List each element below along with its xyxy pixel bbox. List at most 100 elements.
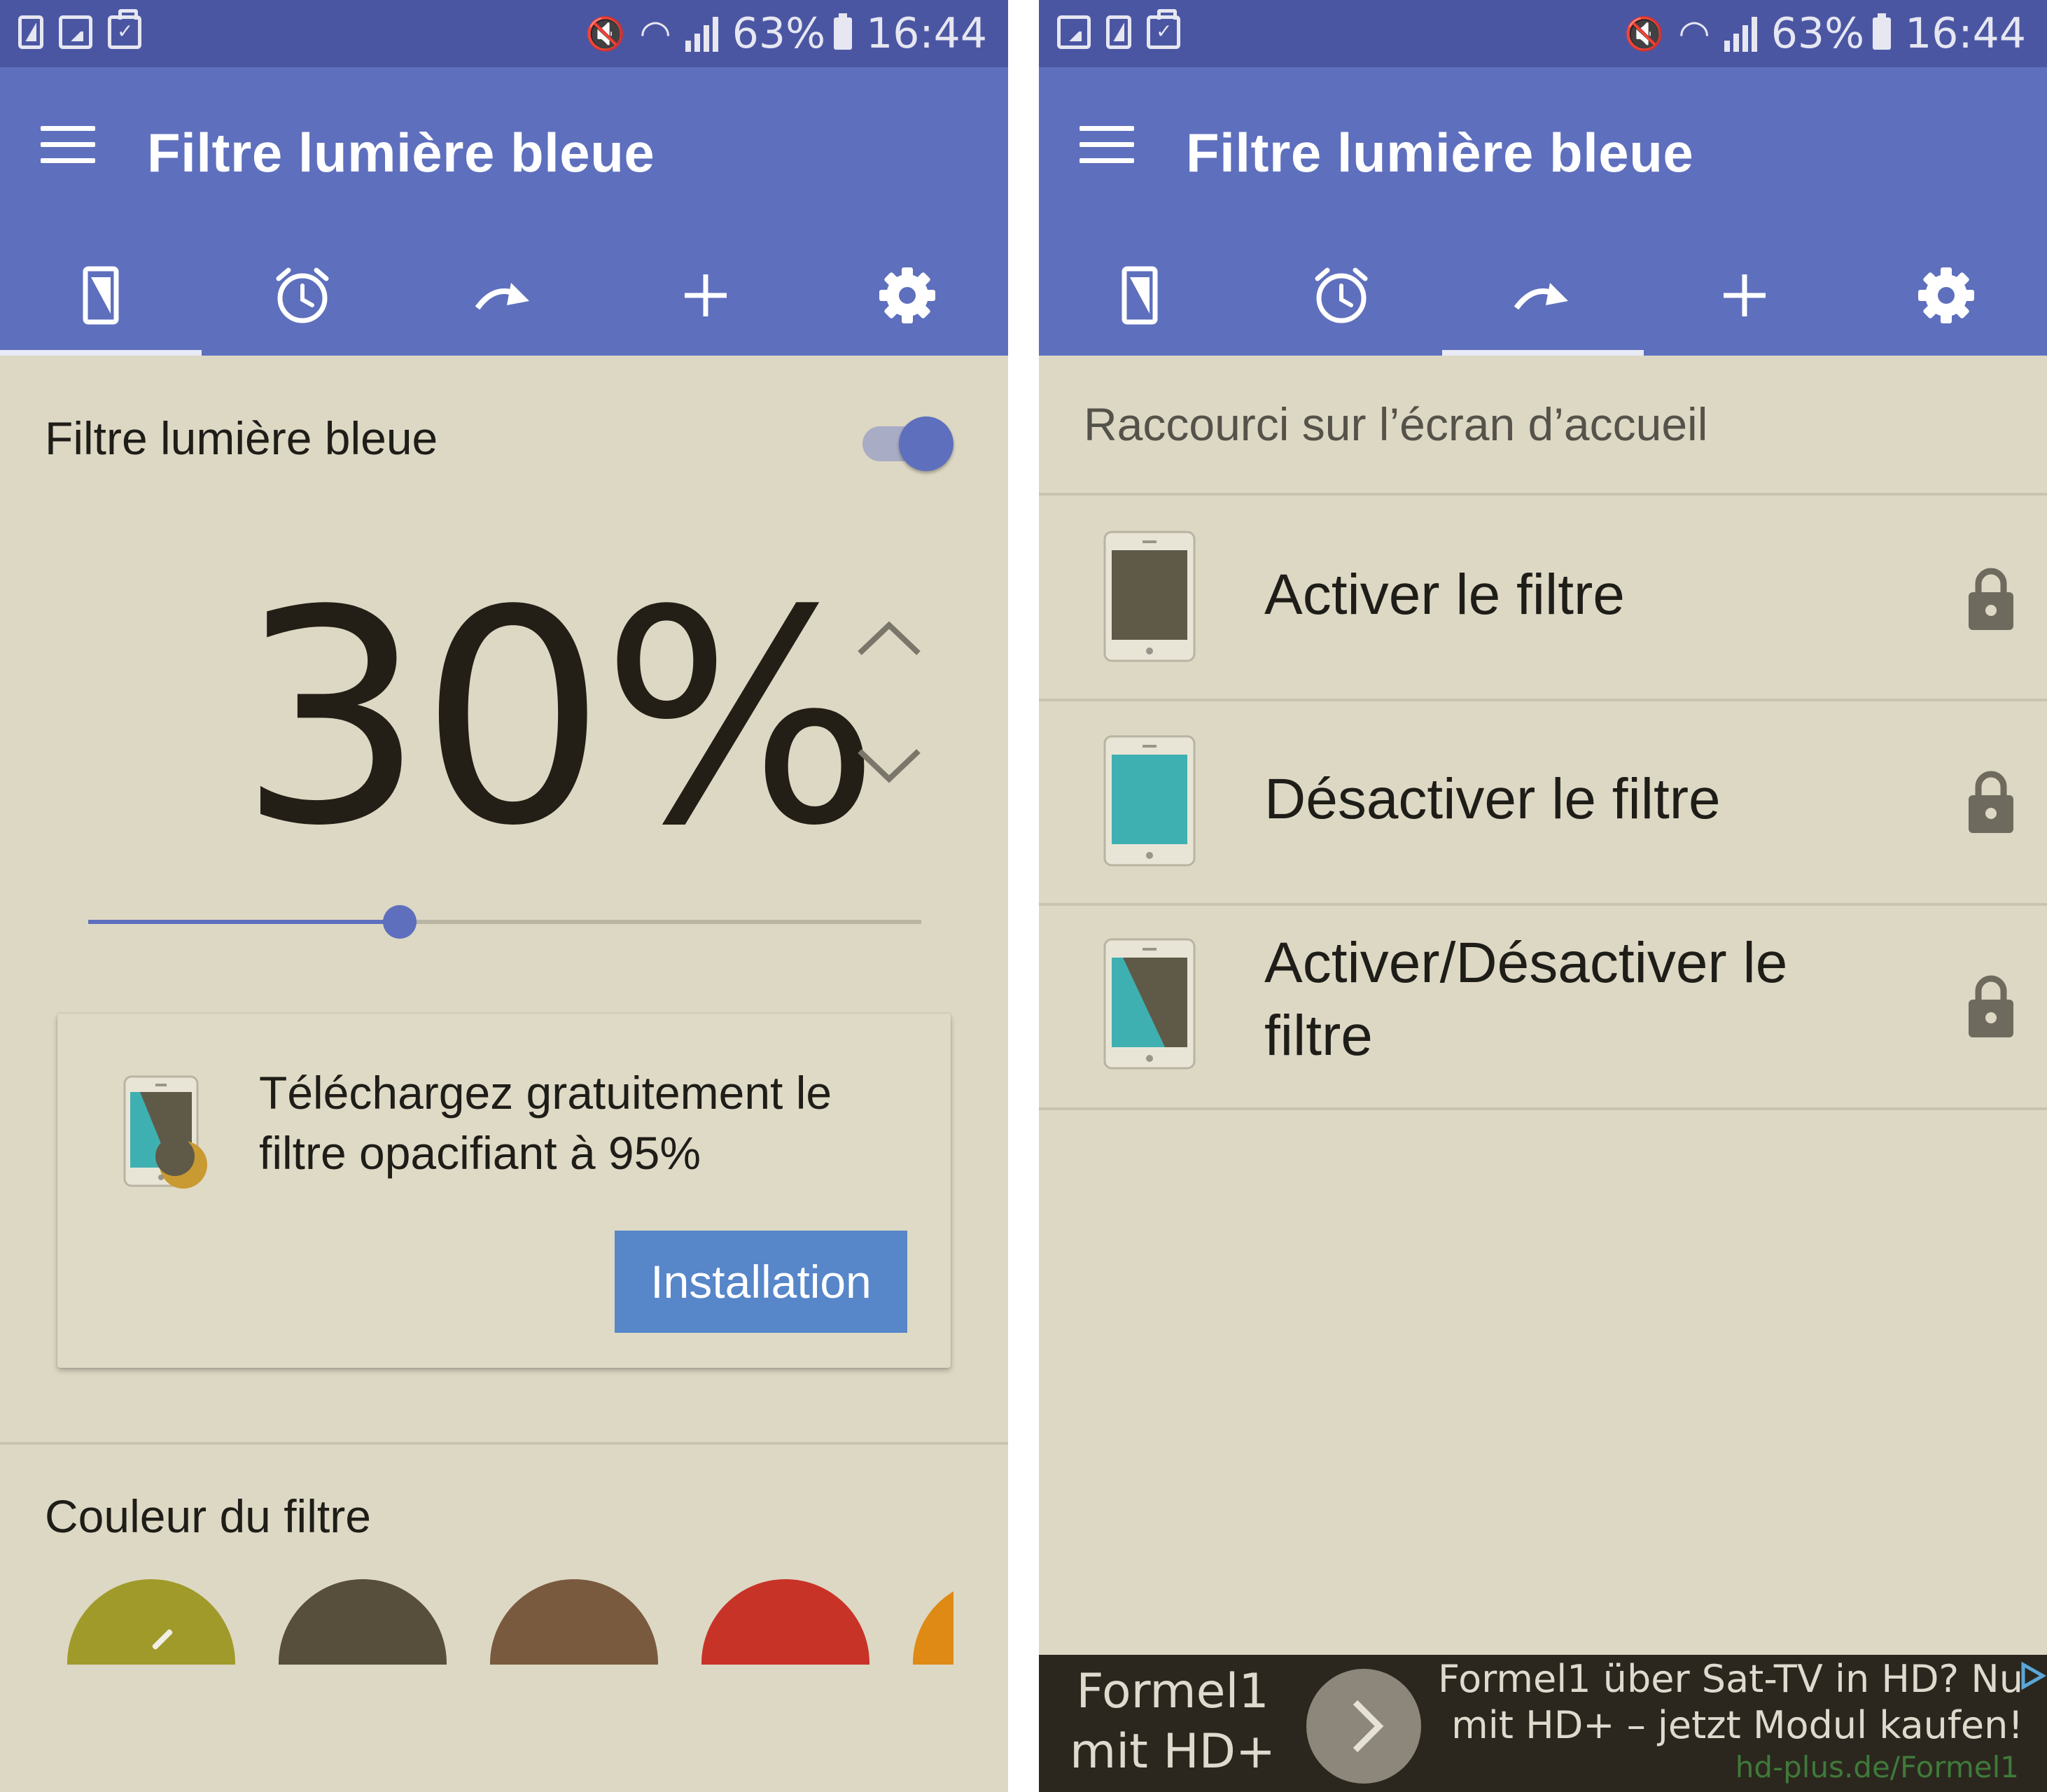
main-screen: 🔇 ◠ 63% 16:44 Filtre lumière bleue [0,0,1008,1792]
signal-icon [685,15,718,52]
opacity-slider[interactable] [88,902,921,944]
tab-filter[interactable] [0,235,202,356]
tab-schedule[interactable] [202,235,403,356]
phone-half-icon [1103,938,1196,1070]
redo-arrow-icon [1514,283,1568,310]
tab-filter[interactable] [1039,235,1241,356]
app-title: Filtre lumière bleue [147,122,655,183]
opacity-filter-app-icon [123,1075,207,1189]
plus-icon [1724,274,1766,316]
battery-percent: 63% [1770,9,1865,58]
ad-go-button[interactable] [1306,1669,1421,1784]
store-notification-icon [1147,9,1180,49]
phone-notification-icon [18,15,43,49]
battery-icon [834,13,853,50]
divider [0,1442,1008,1445]
phone-notification-icon [1106,15,1131,49]
ad-body: Formel1 über Sat-TV in HD? Nu mit HD+ – … [1431,1656,2023,1749]
clock: 16:44 [866,9,987,58]
status-bar: 🔇 ◠ 63% 16:44 [1039,0,2047,67]
filter-page: Filtre lumière bleue 30% Téléchargez gra… [0,356,1008,1792]
lock-icon [1969,568,2013,630]
ad-banner[interactable]: Formel1 mit HD+ » Formel1 über Sat-TV in… [1039,1655,2047,1792]
chevron-down-icon [858,749,921,783]
phone-dark-icon [1103,531,1196,662]
color-swatch[interactable] [913,1579,953,1665]
signal-icon [1724,15,1757,52]
color-swatch[interactable] [279,1579,447,1665]
divider [1039,1107,2047,1110]
phone-filter-icon [1122,266,1158,325]
tab-bar [0,235,1008,356]
wifi-icon: ◠ [1678,13,1710,55]
chevron-right-icon [1353,1700,1384,1753]
shortcuts-screen: 🔇 ◠ 63% 16:44 Filtre lumière bleue [1039,0,2047,1792]
lock-icon [1969,975,2013,1037]
app-bar: Filtre lumière bleue [1039,67,2047,356]
clock: 16:44 [1905,9,2026,58]
tab-add[interactable] [605,235,806,356]
chevron-up-icon [858,621,921,655]
shortcut-toggle-filter[interactable]: Activer/Désactiver le filtre [1039,906,2047,1109]
opacity-value: 30% [238,548,881,890]
alarm-clock-icon [276,267,329,323]
vibrate-mute-icon: 🔇 [585,15,626,52]
install-button[interactable]: Installation [615,1231,907,1333]
phone-clear-icon [1103,735,1196,867]
phone-filter-icon [83,266,119,325]
color-swatch[interactable] [67,1579,235,1665]
promo-text: Téléchargez gratuitement le filtre opaci… [259,1067,832,1179]
alarm-clock-icon [1315,267,1368,323]
tab-shortcuts[interactable] [403,235,605,356]
battery-icon [1873,13,1892,50]
ad-headline-line1: Formel1 [1076,1664,1269,1719]
image-notification-icon [1057,15,1091,49]
shortcut-label: Activer/Désactiver le filtre [1264,931,1788,1068]
vibrate-mute-icon: 🔇 [1624,15,1665,52]
color-swatch[interactable] [701,1579,869,1665]
image-notification-icon [59,15,92,49]
section-header: Raccourci sur l’écran d’accueil [1084,398,1708,450]
gear-icon [1918,267,1974,323]
status-bar: 🔇 ◠ 63% 16:44 [0,0,1008,67]
color-swatch-row [0,1579,953,1665]
battery-percent: 63% [732,9,826,58]
shortcut-enable-filter[interactable]: Activer le filtre [1039,496,2047,699]
menu-button[interactable] [41,126,95,164]
ad-choices-icon[interactable] [2019,1660,2047,1691]
tab-shortcuts[interactable] [1442,235,1644,356]
ad-headline-line2: mit HD+ » [1070,1724,1276,1792]
lock-icon [1969,771,2013,833]
redo-arrow-icon [475,283,529,310]
menu-button[interactable] [1080,126,1134,164]
ad-body-line2: mit HD+ – jetzt Modul kaufen! [1451,1703,2023,1747]
shortcuts-page: Raccourci sur l’écran d’accueil Activer … [1039,356,2047,1792]
color-swatch[interactable] [490,1579,658,1665]
plus-icon [685,274,727,316]
ad-url[interactable]: hd-plus.de/Formel1 [1735,1750,2019,1784]
shortcut-label: Désactiver le filtre [1264,767,1721,831]
filter-color-label: Couleur du filtre [45,1490,371,1542]
tab-settings[interactable] [1845,235,2047,356]
increase-button[interactable] [854,611,924,667]
wifi-icon: ◠ [639,13,671,55]
filter-toggle-switch[interactable] [861,415,953,471]
slider-thumb[interactable] [383,905,417,939]
ad-body-line1: Formel1 über Sat-TV in HD? Nu [1437,1657,2023,1701]
app-bar: Filtre lumière bleue [0,67,1008,356]
app-title: Filtre lumière bleue [1186,122,1694,183]
slider-fill [88,920,400,924]
tab-settings[interactable] [806,235,1008,356]
decrease-button[interactable] [854,737,924,793]
shortcut-disable-filter[interactable]: Désactiver le filtre [1039,701,2047,904]
check-icon [151,1628,174,1651]
filter-toggle-label: Filtre lumière bleue [45,412,438,464]
ad-headline: Formel1 mit HD+ » [1057,1662,1288,1792]
gear-icon [879,267,935,323]
shortcut-label: Activer le filtre [1264,563,1625,626]
tab-schedule[interactable] [1241,235,1442,356]
tab-add[interactable] [1644,235,1845,356]
promo-card: Téléchargez gratuitement le filtre opaci… [57,1014,951,1368]
tab-bar [1039,235,2047,356]
store-notification-icon [108,9,141,49]
